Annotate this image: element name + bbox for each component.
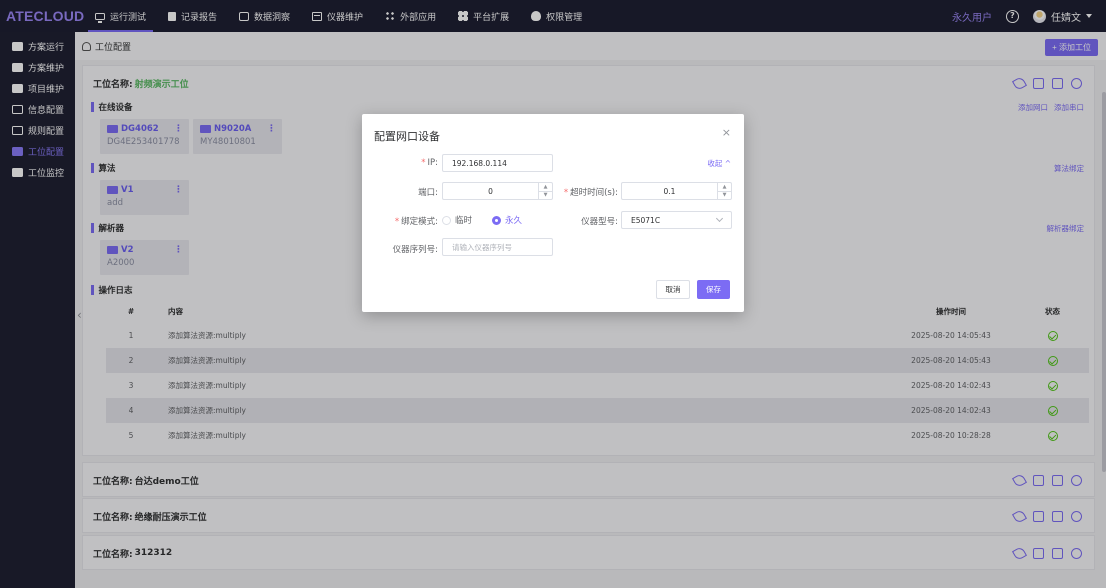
ip-label: * IP: — [421, 158, 438, 168]
cancel-button[interactable]: 取消 — [656, 280, 690, 299]
close-icon[interactable]: × — [722, 126, 731, 139]
collapse-link[interactable]: 收起 ^ — [707, 158, 731, 169]
timeout-label: * 超时时间(s): — [563, 188, 618, 198]
chevron-down-icon — [715, 214, 724, 223]
ip-input[interactable] — [442, 154, 553, 172]
timeout-stepper[interactable]: 0.1 ▲ ▼ — [621, 182, 732, 200]
decrement-icon[interactable]: ▼ — [539, 192, 552, 200]
increment-icon[interactable]: ▲ — [539, 183, 552, 192]
bind-mode-perm-radio[interactable]: 永久 — [492, 214, 522, 226]
bind-mode-label: * 绑定模式: — [394, 217, 438, 227]
serial-label: 仪器序列号: — [392, 245, 438, 255]
port-label: 端口: — [418, 188, 438, 198]
increment-icon[interactable]: ▲ — [718, 183, 731, 192]
bind-mode-temp-radio[interactable]: 临时 — [442, 214, 472, 226]
model-label: 仪器型号: — [581, 217, 618, 227]
model-select[interactable]: E5071C — [621, 211, 732, 229]
port-stepper[interactable]: 0 ▲ ▼ — [442, 182, 553, 200]
dialog-title: 配置网口设备 — [374, 130, 440, 143]
decrement-icon[interactable]: ▼ — [718, 192, 731, 200]
serial-input[interactable] — [442, 238, 553, 256]
save-button[interactable]: 保存 — [697, 280, 730, 299]
